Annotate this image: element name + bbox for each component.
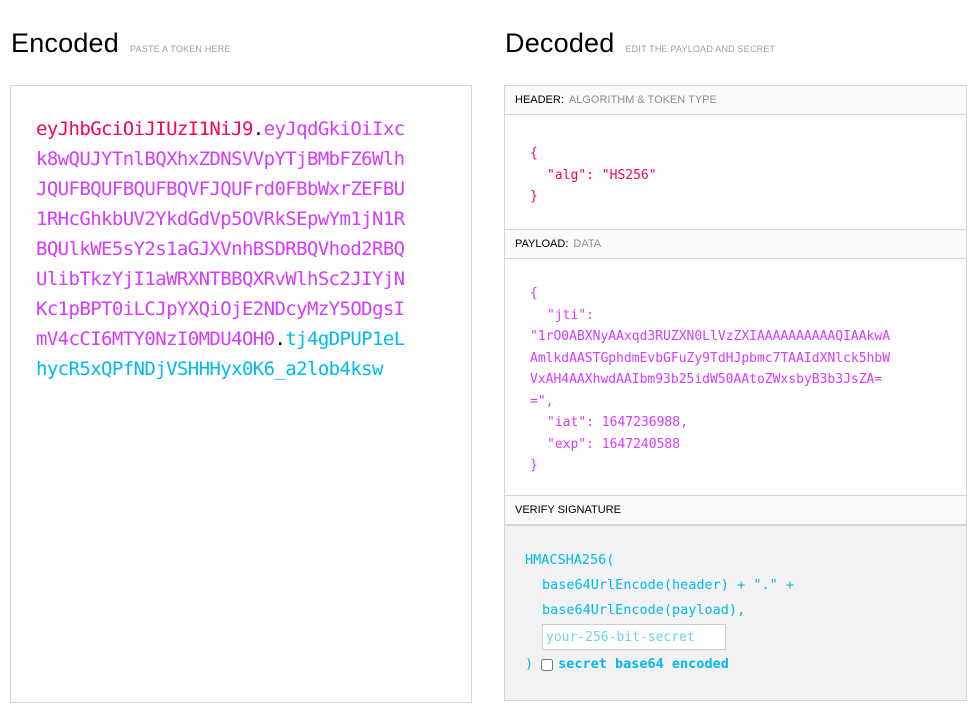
hmac-close-paren: ) <box>525 656 534 672</box>
payload-iat-key: "iat": <box>547 415 594 430</box>
payload-iat-line: "iat": 1647236988, <box>530 412 966 434</box>
secret-row <box>525 623 966 650</box>
header-json-editor[interactable]: { "alg": "HS256" } <box>504 115 967 229</box>
secret-base64-label[interactable]: secret base64 encoded <box>558 652 729 677</box>
hmac-payload-line: base64UrlEncode(payload), <box>542 602 746 618</box>
secret-input[interactable] <box>542 624 726 650</box>
token-payload-part: eyJqdGkiOiIxck8wQUJYTnlBQXhxZDNSVVpYTjBM… <box>36 118 405 350</box>
decoded-hint: EDIT THE PAYLOAD AND SECRET <box>625 44 776 54</box>
payload-sublabel: DATA <box>573 238 602 250</box>
encoded-title: Encoded <box>11 28 119 58</box>
token-dot-1: . <box>252 118 264 140</box>
json-close-brace: } <box>530 458 538 473</box>
header-alg-line: "alg": "HS256" <box>547 167 657 183</box>
header-section-title: HEADER: ALGORITHM & TOKEN TYPE <box>504 85 967 115</box>
payload-json-editor[interactable]: { "jti": "1rO0ABXNyAAxqd3RUZXN0LlVzZXIAA… <box>504 259 967 495</box>
secret-base64-checkbox[interactable] <box>541 658 554 671</box>
encoded-token-input[interactable]: eyJhbGciOiJIUzI1NiJ9.eyJqdGkiOiIxck8wQUJ… <box>10 85 472 703</box>
encoded-hint: PASTE A TOKEN HERE <box>130 44 231 54</box>
payload-section-title: PAYLOAD: DATA <box>504 229 967 259</box>
decoded-title: Decoded <box>505 28 615 58</box>
encoded-token-text[interactable]: eyJhbGciOiJIUzI1NiJ9.eyJqdGkiOiIxck8wQUJ… <box>36 114 406 384</box>
decoded-heading: Decoded EDIT THE PAYLOAD AND SECRET <box>505 28 775 59</box>
payload-exp-line: "exp": 1647240588 <box>530 434 966 456</box>
payload-label: PAYLOAD: <box>515 238 569 250</box>
payload-exp-key: "exp": <box>547 436 594 452</box>
json-open-brace: { <box>530 146 538 161</box>
payload-jti-value: "1rO0ABXNyAAxqd3RUZXN0LlVzZXIAAAAAAAAAAQ… <box>530 329 891 409</box>
base64-row: ) secret base64 encoded <box>525 652 966 677</box>
token-dot-2: . <box>274 328 286 350</box>
verify-signature-panel: HMACSHA256( base64UrlEncode(header) + ".… <box>504 525 967 701</box>
hmac-header-line: base64UrlEncode(header) + "." + <box>542 577 794 593</box>
json-close-brace: } <box>530 189 538 204</box>
encoded-heading: Encoded PASTE A TOKEN HERE <box>11 28 231 59</box>
token-header-part: eyJhbGciOiJIUzI1NiJ9 <box>36 118 253 140</box>
decoded-panel: HEADER: ALGORITHM & TOKEN TYPE { "alg": … <box>504 85 967 701</box>
payload-exp-value: 1647240588 <box>601 436 681 452</box>
header-sublabel: ALGORITHM & TOKEN TYPE <box>568 94 717 106</box>
verify-label: VERIFY SIGNATURE <box>515 504 621 516</box>
json-open-brace: { <box>530 286 538 301</box>
payload-jti-key: "jti": <box>547 307 594 323</box>
header-label: HEADER: <box>515 94 564 106</box>
verify-section-title: VERIFY SIGNATURE <box>504 495 967 525</box>
payload-iat-value: 1647236988, <box>601 415 688 430</box>
hmac-open-line: HMACSHA256( <box>525 552 615 568</box>
